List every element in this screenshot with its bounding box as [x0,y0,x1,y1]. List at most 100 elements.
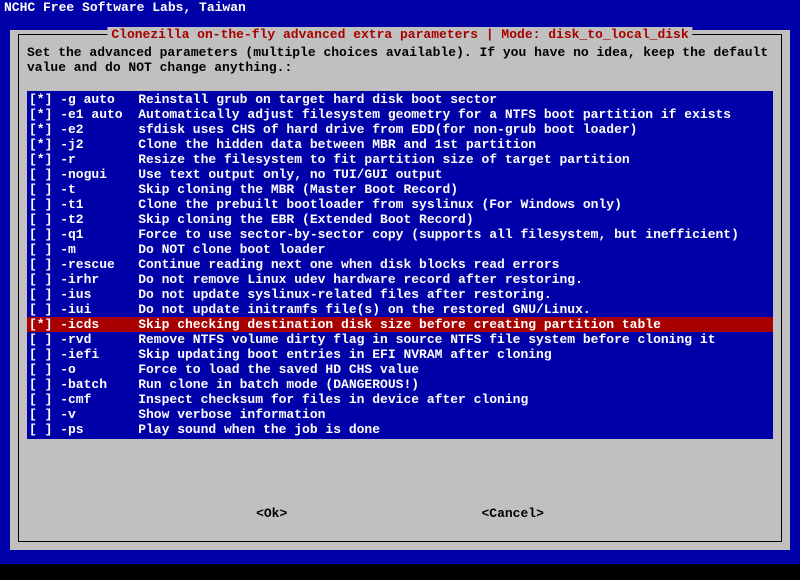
option-description: sfdisk uses CHS of hard drive from EDD(f… [123,122,638,137]
option-item[interactable]: [ ] -ius Do not update syslinux-related … [27,287,773,302]
option-description: Show verbose information [123,407,326,422]
bottom-bar [0,564,800,580]
checkbox-icon[interactable]: [ ] [29,257,52,272]
option-flag: -g auto [52,92,122,107]
checkbox-icon[interactable]: [ ] [29,377,52,392]
option-flag: -batch [52,377,122,392]
option-description: Resize the filesystem to fit partition s… [123,152,630,167]
checkbox-icon[interactable]: [ ] [29,302,52,317]
option-description: Force to load the saved HD CHS value [123,362,419,377]
dialog: Clonezilla on-the-fly advanced extra par… [10,30,790,550]
option-flag: -rvd [52,332,122,347]
option-flag: -iui [52,302,122,317]
checkbox-icon[interactable]: [*] [29,137,52,152]
option-item[interactable]: [ ] -nogui Use text output only, no TUI/… [27,167,773,182]
option-description: Do not update syslinux-related files aft… [123,287,552,302]
option-item[interactable]: [ ] -batch Run clone in batch mode (DANG… [27,377,773,392]
option-flag: -e2 [52,122,122,137]
option-flag: -cmf [52,392,122,407]
option-flag: -r [52,152,122,167]
instruction-text: Set the advanced parameters (multiple ch… [27,45,773,75]
option-flag: -e1 auto [52,107,122,122]
option-flag: -irhr [52,272,122,287]
checkbox-icon[interactable]: [ ] [29,227,52,242]
option-item[interactable]: [ ] -rvd Remove NTFS volume dirty flag i… [27,332,773,347]
option-item[interactable]: [ ] -rescue Continue reading next one wh… [27,257,773,272]
option-description: Clone the hidden data between MBR and 1s… [123,137,536,152]
option-flag: -ps [52,422,122,437]
button-row: <Ok> <Cancel> [19,506,781,521]
option-description: Skip cloning the EBR (Extended Boot Reco… [123,212,474,227]
option-item[interactable]: [*] -j2 Clone the hidden data between MB… [27,137,773,152]
option-flag: -icds [52,317,122,332]
option-item[interactable]: [ ] -o Force to load the saved HD CHS va… [27,362,773,377]
option-item[interactable]: [ ] -t1 Clone the prebuilt bootloader fr… [27,197,773,212]
option-description: Force to use sector-by-sector copy (supp… [123,227,739,242]
option-description: Skip updating boot entries in EFI NVRAM … [123,347,552,362]
checkbox-icon[interactable]: [ ] [29,332,52,347]
checkbox-icon[interactable]: [ ] [29,347,52,362]
option-item[interactable]: [*] -icds Skip checking destination disk… [27,317,773,332]
option-description: Continue reading next one when disk bloc… [123,257,560,272]
option-description: Do NOT clone boot loader [123,242,326,257]
option-description: Inspect checksum for files in device aft… [123,392,529,407]
checkbox-icon[interactable]: [ ] [29,167,52,182]
option-item[interactable]: [*] -e2 sfdisk uses CHS of hard drive fr… [27,122,773,137]
dialog-title: Clonezilla on-the-fly advanced extra par… [107,27,692,42]
option-description: Remove NTFS volume dirty flag in source … [123,332,716,347]
checkbox-icon[interactable]: [ ] [29,212,52,227]
option-description: Use text output only, no TUI/GUI output [123,167,443,182]
checkbox-icon[interactable]: [ ] [29,362,52,377]
checkbox-icon[interactable]: [*] [29,152,52,167]
options-listbox[interactable]: [*] -g auto Reinstall grub on target har… [27,91,773,439]
option-flag: -nogui [52,167,122,182]
option-item[interactable]: [ ] -iui Do not update initramfs file(s)… [27,302,773,317]
checkbox-icon[interactable]: [ ] [29,197,52,212]
checkbox-icon[interactable]: [ ] [29,422,52,437]
option-item[interactable]: [ ] -m Do NOT clone boot loader [27,242,773,257]
option-flag: -v [52,407,122,422]
option-item[interactable]: [ ] -irhr Do not remove Linux udev hardw… [27,272,773,287]
option-item[interactable]: [ ] -cmf Inspect checksum for files in d… [27,392,773,407]
checkbox-icon[interactable]: [*] [29,122,52,137]
option-item[interactable]: [ ] -v Show verbose information [27,407,773,422]
checkbox-icon[interactable]: [ ] [29,407,52,422]
option-description: Skip cloning the MBR (Master Boot Record… [123,182,458,197]
checkbox-icon[interactable]: [ ] [29,392,52,407]
checkbox-icon[interactable]: [ ] [29,242,52,257]
option-flag: -o [52,362,122,377]
option-flag: -m [52,242,122,257]
app-header: NCHC Free Software Labs, Taiwan [0,0,800,15]
option-item[interactable]: [ ] -iefi Skip updating boot entries in … [27,347,773,362]
option-flag: -j2 [52,137,122,152]
option-item[interactable]: [ ] -t2 Skip cloning the EBR (Extended B… [27,212,773,227]
ok-button[interactable]: <Ok> [256,506,287,521]
checkbox-icon[interactable]: [*] [29,92,52,107]
option-flag: -ius [52,287,122,302]
option-flag: -t1 [52,197,122,212]
checkbox-icon[interactable]: [ ] [29,287,52,302]
option-flag: -t [52,182,122,197]
option-flag: -t2 [52,212,122,227]
cancel-button[interactable]: <Cancel> [481,506,543,521]
checkbox-icon[interactable]: [*] [29,317,52,332]
option-item[interactable]: [*] -e1 auto Automatically adjust filesy… [27,107,773,122]
option-item[interactable]: [ ] -ps Play sound when the job is done [27,422,773,437]
option-description: Automatically adjust filesystem geometry… [123,107,732,122]
dialog-frame: Clonezilla on-the-fly advanced extra par… [18,34,782,542]
option-description: Do not remove Linux udev hardware record… [123,272,583,287]
option-flag: -rescue [52,257,122,272]
option-description: Reinstall grub on target hard disk boot … [123,92,497,107]
option-item[interactable]: [*] -r Resize the filesystem to fit part… [27,152,773,167]
option-flag: -iefi [52,347,122,362]
checkbox-icon[interactable]: [ ] [29,272,52,287]
checkbox-icon[interactable]: [*] [29,107,52,122]
option-item[interactable]: [ ] -q1 Force to use sector-by-sector co… [27,227,773,242]
option-description: Run clone in batch mode (DANGEROUS!) [123,377,419,392]
option-description: Play sound when the job is done [123,422,380,437]
option-item[interactable]: [*] -g auto Reinstall grub on target har… [27,92,773,107]
option-description: Skip checking destination disk size befo… [123,317,661,332]
option-description: Clone the prebuilt bootloader from sysli… [123,197,622,212]
checkbox-icon[interactable]: [ ] [29,182,52,197]
option-item[interactable]: [ ] -t Skip cloning the MBR (Master Boot… [27,182,773,197]
